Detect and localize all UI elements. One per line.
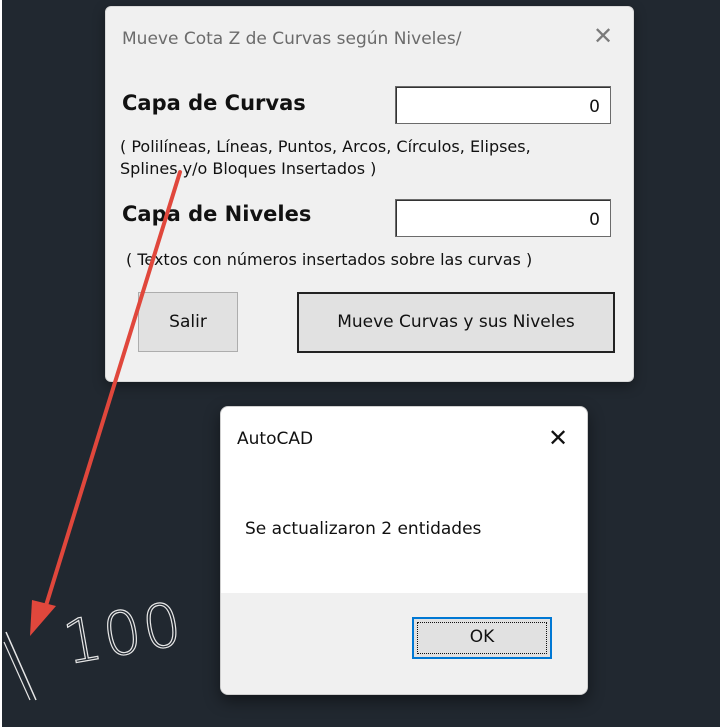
levels-note: ( Textos con números insertados sobre la… (126, 250, 533, 269)
message-box-title: AutoCAD (237, 429, 314, 449)
curves-note-line2: Splines y/o Bloques Insertados ) (120, 159, 377, 178)
levels-layer-field[interactable]: 0 (395, 199, 611, 237)
curves-note-line1: ( Polilíneas, Líneas, Puntos, Arcos, Cír… (120, 137, 531, 156)
focus-rectangle (417, 622, 547, 654)
message-text: Se actualizaron 2 entidades (245, 519, 482, 539)
curves-layer-label: Capa de Curvas (122, 91, 306, 115)
message-box-footer: OK (221, 593, 587, 694)
dialog-title: Mueve Cota Z de Curvas según Niveles/ (122, 29, 462, 49)
curves-layer-field[interactable]: 0 (395, 86, 611, 124)
close-icon[interactable]: ✕ (541, 421, 575, 455)
move-curves-button[interactable]: Mueve Curvas y sus Niveles (297, 292, 615, 353)
main-dialog: Mueve Cota Z de Curvas según Niveles/ ✕ … (105, 6, 634, 382)
close-icon[interactable]: ✕ (588, 21, 618, 51)
ok-button[interactable]: OK (412, 617, 552, 659)
exit-button[interactable]: Salir (138, 292, 238, 352)
message-box: AutoCAD ✕ Se actualizaron 2 entidades OK (220, 406, 588, 695)
levels-layer-label: Capa de Niveles (122, 202, 312, 226)
